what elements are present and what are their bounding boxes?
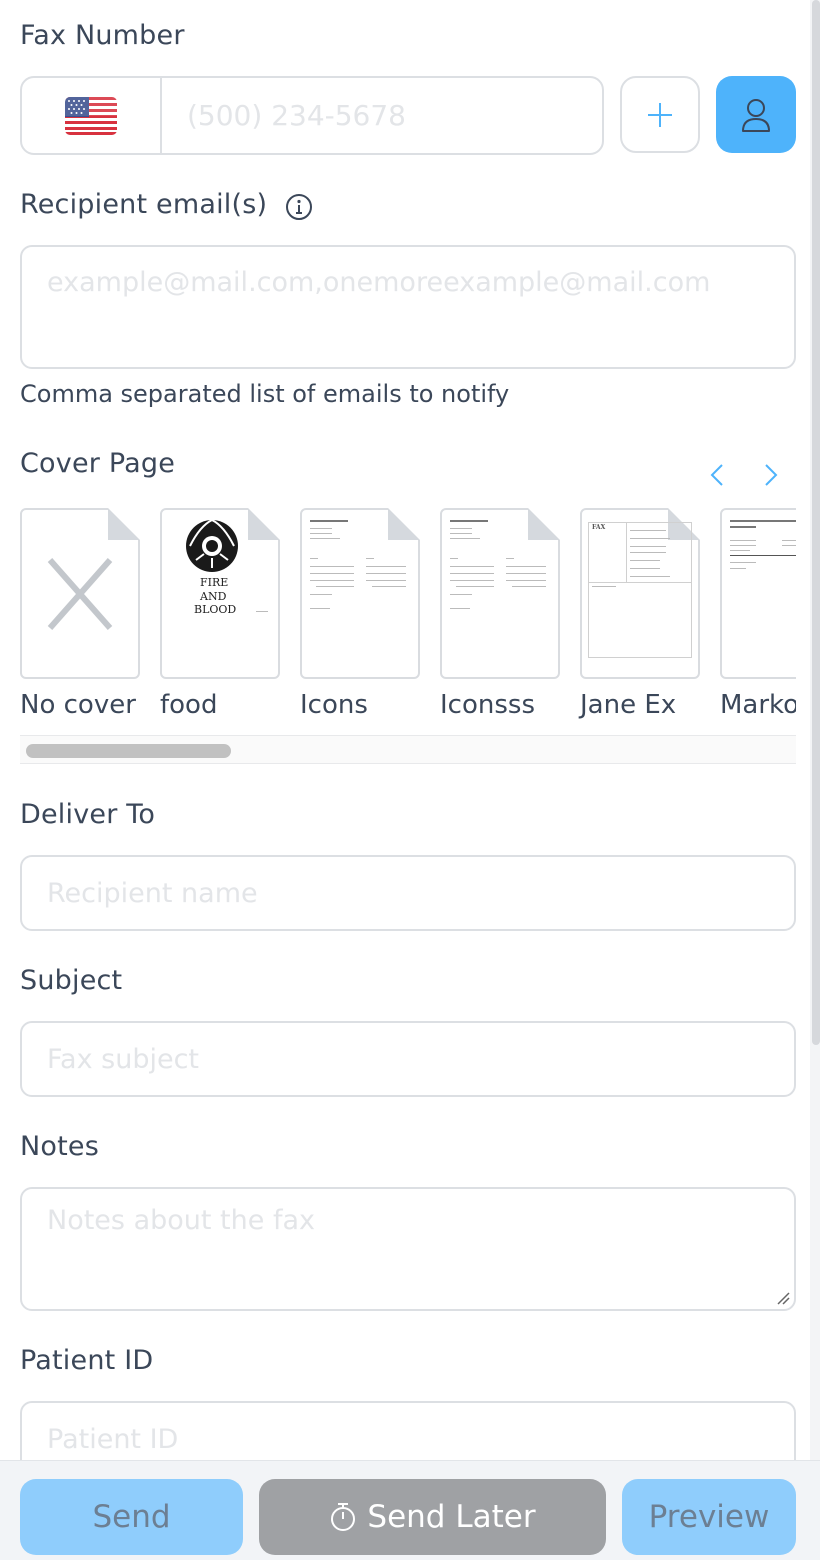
notes-placeholder: Notes about the fax <box>47 1205 315 1236</box>
fax-heading: FAX <box>592 524 606 531</box>
page-scrollbar-thumb[interactable] <box>812 0 820 1045</box>
x-icon <box>47 558 113 630</box>
cover-option-food[interactable]: FIRE AND BLOOD food <box>160 508 280 720</box>
cover-page-label: Cover Page <box>20 448 176 479</box>
cover-option-iconsss[interactable]: Iconsss <box>440 508 560 720</box>
cover-name: No cover <box>20 690 136 720</box>
preview-button-label: Preview <box>648 1499 770 1535</box>
contacts-button[interactable] <box>716 76 796 153</box>
fax-number-placeholder: (500) 234-5678 <box>187 99 406 132</box>
send-later-button-label: Send Later <box>367 1499 536 1535</box>
cover-option-icons[interactable]: Icons <box>300 508 420 720</box>
notes-textarea[interactable]: Notes about the fax <box>20 1187 796 1311</box>
cover-thumbnail <box>440 508 560 679</box>
cover-name: Marko <box>720 690 796 720</box>
fax-number-label: Fax Number <box>20 20 185 51</box>
deliver-to-input[interactable]: Recipient name <box>20 855 796 931</box>
plus-icon <box>648 102 672 127</box>
subject-label: Subject <box>20 965 123 996</box>
stopwatch-icon <box>331 1503 356 1531</box>
send-button[interactable]: Send <box>20 1479 243 1555</box>
cover-thumbnail: FAX <box>580 508 700 679</box>
cover-carousel-scrollbar-thumb[interactable] <box>26 744 231 758</box>
cover-name: Icons <box>300 690 368 720</box>
cover-thumbnail <box>300 508 420 679</box>
add-fax-number-button[interactable] <box>620 76 700 153</box>
cover-carousel-scrollbar[interactable] <box>20 735 796 764</box>
cover-name: food <box>160 690 218 720</box>
user-icon <box>742 98 770 132</box>
patient-id-placeholder: Patient ID <box>47 1423 179 1455</box>
cover-thumbnail <box>20 508 140 679</box>
cover-option-no-cover[interactable]: No cover <box>20 508 140 720</box>
cover-page-carousel: No cover FIRE AND BLOOD food Icons Icons… <box>20 508 796 728</box>
send-button-label: Send <box>92 1499 171 1535</box>
recipient-emails-helper: Comma separated list of emails to notify <box>20 380 510 408</box>
logo-text-line: AND <box>200 590 227 603</box>
recipient-emails-label: Recipient email(s) <box>20 189 268 220</box>
cover-name: Iconsss <box>440 690 535 720</box>
deliver-to-placeholder: Recipient name <box>47 877 258 909</box>
cover-option-jane-ex[interactable]: FAX Jane Ex <box>580 508 700 720</box>
recipient-emails-field[interactable]: example@mail.com,onemoreexample@mail.com <box>20 245 796 369</box>
us-flag-icon <box>65 96 117 135</box>
preview-button[interactable]: Preview <box>622 1479 796 1555</box>
patient-id-label: Patient ID <box>20 1345 154 1376</box>
subject-input[interactable]: Fax subject <box>20 1021 796 1097</box>
cover-option-marko[interactable]: Marko <box>720 508 796 720</box>
info-icon[interactable] <box>285 193 313 221</box>
send-later-button[interactable]: Send Later <box>259 1479 606 1555</box>
chevron-left-icon[interactable] <box>704 460 732 490</box>
deliver-to-label: Deliver To <box>20 799 156 830</box>
fax-number-group: (500) 234-5678 <box>20 76 604 155</box>
resize-handle-icon[interactable] <box>776 1291 790 1305</box>
cover-thumbnail: FIRE AND BLOOD <box>160 508 280 679</box>
country-selector[interactable] <box>22 78 162 153</box>
logo-text-line: FIRE <box>200 576 229 589</box>
subject-placeholder: Fax subject <box>47 1043 200 1075</box>
cover-thumbnail <box>720 508 796 679</box>
dragon-sigil-icon <box>186 518 238 572</box>
footer-action-bar: Send Send Later Preview <box>0 1460 820 1560</box>
chevron-right-icon[interactable] <box>756 460 784 490</box>
notes-label: Notes <box>20 1131 99 1162</box>
logo-text-line: BLOOD <box>194 603 237 616</box>
fax-number-input[interactable]: (500) 234-5678 <box>162 78 602 153</box>
cover-name: Jane Ex <box>580 690 677 720</box>
recipient-emails-placeholder: example@mail.com,onemoreexample@mail.com <box>47 267 711 298</box>
page-scrollbar[interactable] <box>810 0 820 1460</box>
